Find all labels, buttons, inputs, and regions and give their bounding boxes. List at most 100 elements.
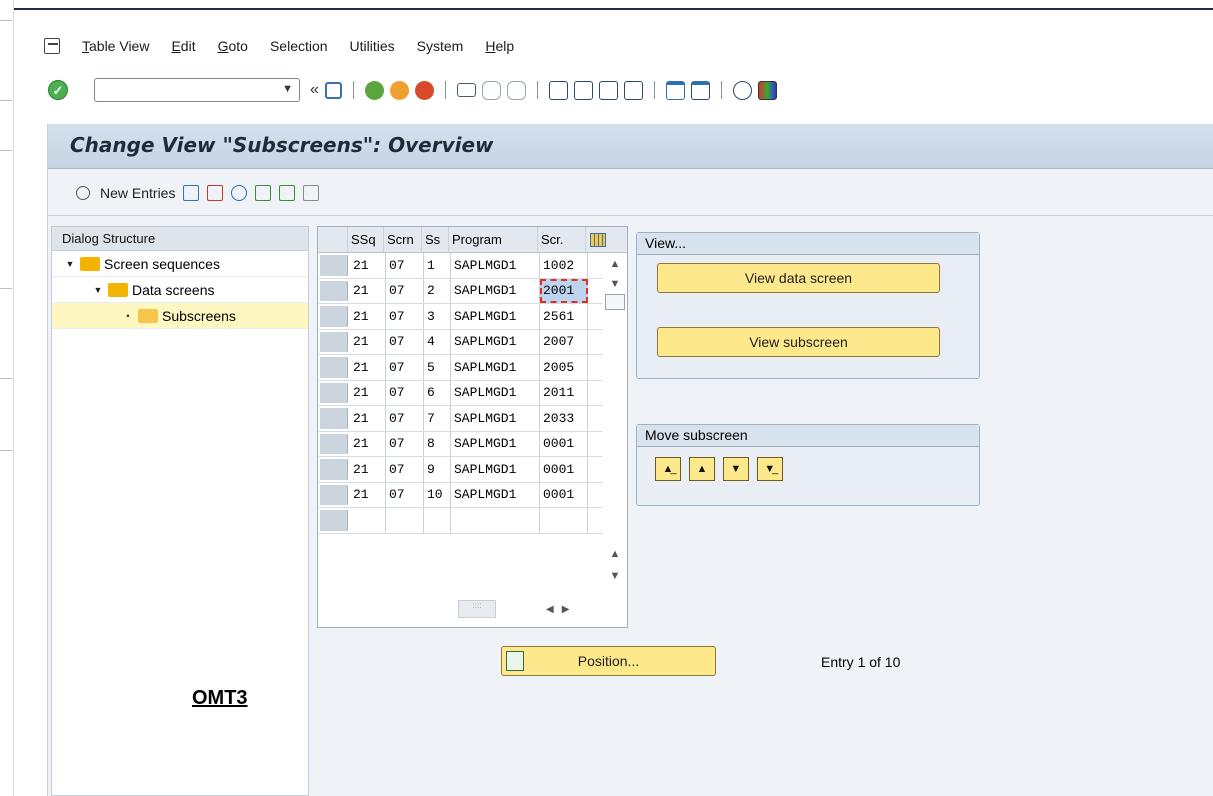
cell-ss[interactable]: 3	[424, 304, 451, 329]
cell-ss[interactable]: 7	[424, 406, 451, 431]
table-horizontal-scrollbar[interactable]: :::: ◀ ▶	[458, 599, 578, 619]
cell-ssq[interactable]: 21	[350, 457, 386, 482]
view-data-screen-button[interactable]: View data screen	[657, 263, 940, 293]
cell-ss[interactable]: 5	[424, 355, 451, 380]
cell-scrn[interactable]: 07	[386, 278, 424, 303]
cell-scrn[interactable]: 07	[386, 380, 424, 405]
cell-program[interactable]: SAPLMGD1	[451, 355, 540, 380]
row-selector-button[interactable]	[320, 433, 348, 454]
cell-ss[interactable]: 10	[424, 482, 451, 507]
column-header-scrn[interactable]: Scrn	[384, 227, 422, 252]
cell-scrn-empty[interactable]	[386, 508, 424, 533]
scroll-right-icon[interactable]: ▶	[562, 604, 570, 615]
hscroll-thumb[interactable]: ::::	[458, 600, 496, 618]
cell-scrn[interactable]: 07	[386, 304, 424, 329]
row-selector-button[interactable]	[320, 280, 348, 301]
cell-scr-empty[interactable]	[540, 508, 588, 533]
scroll-page-up-icon[interactable]: ▲	[603, 544, 627, 564]
find-icon[interactable]	[481, 80, 501, 100]
cell-program[interactable]: SAPLMGD1	[451, 253, 540, 278]
command-field[interactable]: ▼	[94, 78, 300, 102]
row-selector-button[interactable]	[320, 408, 348, 429]
select-all-icon[interactable]	[255, 184, 272, 201]
menu-help[interactable]: Help	[485, 38, 514, 54]
cell-scrn[interactable]: 07	[386, 329, 424, 354]
cell-ssq[interactable]: 21	[350, 380, 386, 405]
cell-ssq[interactable]: 21	[350, 431, 386, 456]
menu-screen-icon[interactable]	[44, 38, 60, 54]
row-selector-button[interactable]	[320, 255, 348, 276]
cell-ssq[interactable]: 21	[350, 482, 386, 507]
menu-utilities[interactable]: Utilities	[350, 38, 395, 54]
shortcut-icon[interactable]	[690, 80, 710, 100]
cell-program[interactable]: SAPLMGD1	[451, 406, 540, 431]
scroll-page-down-icon[interactable]: ▼	[603, 566, 627, 586]
cell-scr[interactable]: 2001	[540, 278, 588, 303]
scroll-down-icon[interactable]: ▼	[603, 274, 627, 294]
cell-scr[interactable]: 0001	[540, 457, 588, 482]
table-row[interactable]: 21 07 3 SAPLMGD1 2561	[318, 304, 627, 330]
table-row[interactable]: 21 07 9 SAPLMGD1 0001	[318, 457, 627, 483]
table-row[interactable]: 21 07 4 SAPLMGD1 2007	[318, 329, 627, 355]
move-down-icon[interactable]: ▼	[722, 457, 749, 481]
menu-table-view[interactable]: Table View	[82, 38, 149, 54]
cell-ss[interactable]: 8	[424, 431, 451, 456]
cell-scr[interactable]: 2561	[540, 304, 588, 329]
move-up-icon[interactable]: ▲	[688, 457, 715, 481]
row-selector-button[interactable]	[320, 306, 348, 327]
cell-program[interactable]: SAPLMGD1	[451, 482, 540, 507]
cell-program[interactable]: SAPLMGD1	[451, 431, 540, 456]
cell-ssq[interactable]: 21	[350, 355, 386, 380]
cell-ss[interactable]: 9	[424, 457, 451, 482]
first-page-icon[interactable]	[548, 80, 568, 100]
cell-scr[interactable]: 2005	[540, 355, 588, 380]
row-selector-button[interactable]	[320, 484, 348, 505]
cell-scr[interactable]: 2007	[540, 329, 588, 354]
save-icon[interactable]	[324, 81, 342, 99]
tree-node-subscreens[interactable]: • Subscreens	[52, 303, 308, 329]
delete-icon[interactable]	[207, 184, 224, 201]
table-row[interactable]: 21 07 1 SAPLMGD1 1002	[318, 253, 627, 279]
cell-ssq[interactable]: 21	[350, 329, 386, 354]
position-button[interactable]: Position...	[501, 646, 716, 676]
cell-scrn[interactable]: 07	[386, 406, 424, 431]
cell-scr[interactable]: 0001	[540, 431, 588, 456]
cell-program[interactable]: SAPLMGD1	[451, 380, 540, 405]
view-subscreen-button[interactable]: View subscreen	[657, 327, 940, 357]
table-row[interactable]: 21 07 10 SAPLMGD1 0001	[318, 482, 627, 508]
table-row[interactable]: 21 07 2 SAPLMGD1 2001	[318, 278, 627, 304]
cell-program[interactable]: SAPLMGD1	[451, 329, 540, 354]
menu-edit[interactable]: Edit	[171, 38, 195, 54]
row-selector-button[interactable]	[320, 382, 348, 403]
enter-checkmark-icon[interactable]: ✓	[48, 80, 68, 100]
cell-ss[interactable]: 4	[424, 329, 451, 354]
deselect-all-icon[interactable]	[303, 184, 320, 201]
cell-scrn[interactable]: 07	[386, 457, 424, 482]
table-row[interactable]: 21 07 5 SAPLMGD1 2005	[318, 355, 627, 381]
exit-icon[interactable]	[389, 80, 409, 100]
column-header-ss[interactable]: Ss	[422, 227, 449, 252]
last-page-icon[interactable]	[623, 80, 643, 100]
select-block-icon[interactable]	[279, 184, 296, 201]
cell-ssq[interactable]: 21	[350, 406, 386, 431]
cell-program-empty[interactable]	[451, 508, 540, 533]
scroll-left-icon[interactable]: ◀	[546, 604, 554, 615]
cell-scrn[interactable]: 07	[386, 482, 424, 507]
cell-scrn[interactable]: 07	[386, 253, 424, 278]
cancel-icon[interactable]	[414, 80, 434, 100]
previous-page-icon[interactable]	[573, 80, 593, 100]
cell-program[interactable]: SAPLMGD1	[451, 278, 540, 303]
menu-system[interactable]: System	[417, 38, 464, 54]
table-row-empty[interactable]	[318, 508, 627, 534]
move-to-bottom-icon[interactable]: ▼̲	[756, 457, 783, 481]
cell-ssq[interactable]: 21	[350, 253, 386, 278]
print-icon[interactable]	[456, 83, 476, 97]
undo-change-icon[interactable]	[231, 184, 248, 201]
row-selector-button[interactable]	[320, 459, 348, 480]
collapse-toolbar-icon[interactable]: «	[310, 81, 319, 99]
cell-scr[interactable]: 0001	[540, 482, 588, 507]
scroll-thumb[interactable]	[605, 294, 625, 310]
select-all-header[interactable]	[318, 227, 348, 252]
row-selector-button[interactable]	[320, 331, 348, 352]
new-session-icon[interactable]	[665, 80, 685, 100]
